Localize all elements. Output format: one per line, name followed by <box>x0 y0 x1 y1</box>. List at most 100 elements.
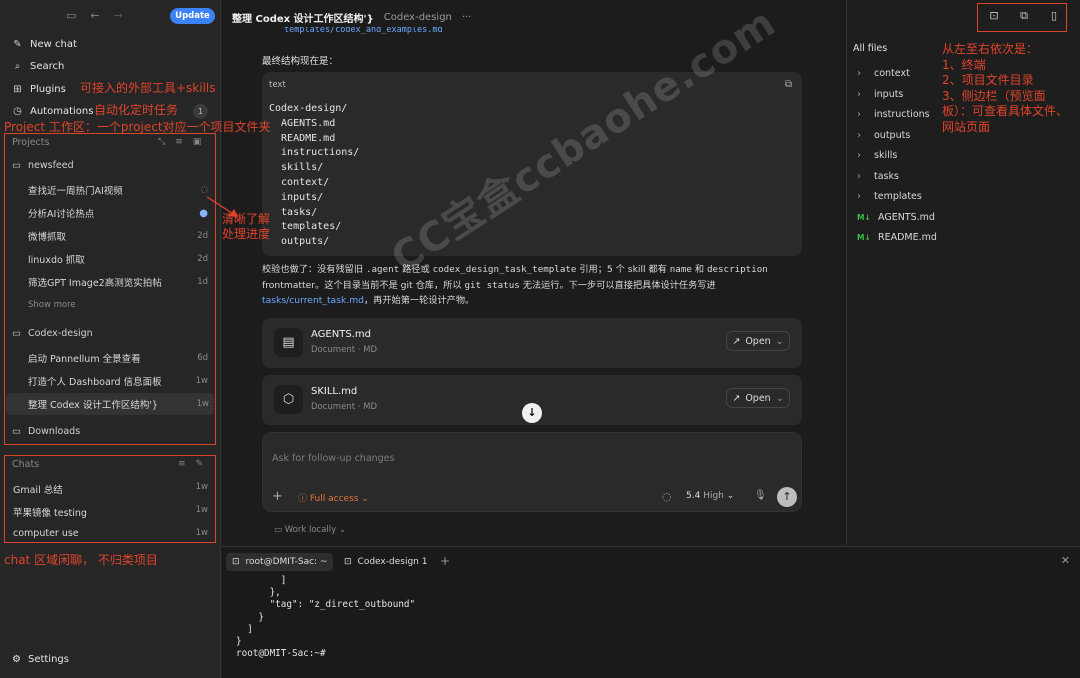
cut-off-link[interactable]: templates/codex_and_examples.md <box>284 27 443 36</box>
file-tree-item[interactable]: › outputs <box>857 130 910 141</box>
message-paragraph: 校验也做了：没有残留旧 .agent 路径或 codex_design_task… <box>262 264 768 306</box>
cube-icon: ⬡ <box>274 385 303 414</box>
project-folder-codex-design[interactable]: ▭ Codex-design <box>12 328 93 339</box>
chat-item[interactable]: computer use 1w <box>13 528 213 539</box>
thread-item[interactable]: 微博抓取 2d <box>28 225 213 247</box>
file-tree-toggle-icon[interactable]: ⧉ <box>1013 7 1035 25</box>
thread-item[interactable]: linuxdo 抓取 2d <box>28 248 213 270</box>
scroll-down-button[interactable]: ↓ <box>522 403 542 423</box>
annotation-panels: 从左至右依次是： 1、终端 2、项目文件目录 3、侧边栏（预览面 板）：可查看具… <box>942 42 1069 134</box>
annotation-projects: Project 工作区：一个project对应一个项目文件夹 <box>4 120 271 134</box>
terminal-tab-active[interactable]: ⊡ root@DMIT-Sac: ~ <box>226 553 334 571</box>
new-project-icon[interactable]: ▣ <box>193 137 202 147</box>
search-button[interactable]: ⌕ Search <box>12 58 65 74</box>
thread-item[interactable]: 查找近一周热门AI视频 ◌ <box>28 179 213 201</box>
annotation-automations: 自动化定时任务 <box>94 103 179 117</box>
thread-item[interactable]: 启动 Pannellum 全景查看 6d <box>28 347 213 369</box>
preview-panel-toggle-icon[interactable]: ▯ <box>1043 7 1065 25</box>
filter-icon[interactable]: ≡ <box>178 459 186 469</box>
code-language-label: text <box>269 80 286 90</box>
add-terminal-icon[interactable]: + <box>440 554 450 568</box>
settings-button[interactable]: ⚙ Settings <box>12 654 69 665</box>
new-chat-icon: ✎ <box>13 38 22 50</box>
external-arrow-icon: ↗ <box>732 335 741 347</box>
file-tree-item[interactable]: › templates <box>857 191 922 202</box>
thread-item-selected[interactable]: 整理 Codex 设计工作区结构'} 1w <box>6 393 214 415</box>
sidebar-toolbar: ▭ ← → <box>66 9 123 22</box>
folder-icon: ▭ <box>12 160 21 171</box>
chevron-right-icon: › <box>857 109 861 120</box>
code-content: Codex-design/ AGENTS.md README.md instru… <box>269 103 360 248</box>
chevron-right-icon: › <box>857 150 861 161</box>
add-attachment-icon[interactable]: + <box>272 489 283 504</box>
forward-arrow-icon[interactable]: → <box>114 9 123 22</box>
task-file-link[interactable]: tasks/current_task.md <box>262 295 364 306</box>
plugins-button[interactable]: ⊞ Plugins <box>12 81 66 97</box>
work-locally-selector[interactable]: ▭ Work locally ⌄ <box>274 525 346 535</box>
project-folder-downloads[interactable]: ▭ Downloads <box>12 426 80 437</box>
microphone-icon[interactable]: 🎙 <box>754 490 767 501</box>
update-button[interactable]: Update <box>170 8 215 24</box>
file-tree-item[interactable]: › instructions <box>857 109 930 120</box>
file-tree-item[interactable]: › tasks <box>857 171 899 182</box>
projects-toolbar: ⤡ ≡ ▣ <box>158 137 201 147</box>
terminal-icon: ⊡ <box>232 557 240 567</box>
file-tree-item[interactable]: M↓ README.md <box>857 232 937 243</box>
chevron-right-icon: › <box>857 68 861 79</box>
toggle-sidebar-icon[interactable]: ▭ <box>66 9 76 22</box>
automations-button[interactable]: ◷ Automations <box>12 103 93 119</box>
open-button[interactable]: ↗ Open ⌄ <box>726 331 790 351</box>
markdown-icon: M↓ <box>857 233 871 242</box>
code-block: text ⧉ Codex-design/ AGENTS.md README.md… <box>262 72 802 256</box>
show-more-link[interactable]: Show more <box>28 294 213 316</box>
thread-item[interactable]: 筛选GPT Image2高测览实拍帖 1d <box>28 271 213 293</box>
markdown-icon: M↓ <box>857 213 871 222</box>
thread-item[interactable]: 打造个人 Dashboard 信息面板 1w <box>28 370 213 392</box>
chat-item[interactable]: 苹果镜像 testing 1w <box>13 505 213 519</box>
collapse-icon[interactable]: ⤡ <box>158 137 165 147</box>
thread-header: 整理 Codex 设计工作区结构'} Codex-design ··· <box>232 10 471 25</box>
annotation-arrow <box>206 196 238 217</box>
file-tree-item[interactable]: › context <box>857 68 910 79</box>
copy-icon[interactable]: ⧉ <box>785 79 792 90</box>
chats-label: Chats <box>12 459 40 470</box>
file-card[interactable]: ▤ AGENTS.md Document · MD ↗ Open ⌄ <box>262 318 802 368</box>
project-folder-newsfeed[interactable]: ▭ newsfeed <box>12 160 74 171</box>
plugins-icon: ⊞ <box>13 83 22 95</box>
chat-item[interactable]: Gmail 总结 1w <box>13 482 213 496</box>
open-button[interactable]: ↗ Open ⌄ <box>726 388 790 408</box>
back-arrow-icon[interactable]: ← <box>90 9 99 22</box>
new-chat-button[interactable]: ✎ New chat <box>12 36 77 52</box>
filter-icon[interactable]: ≡ <box>175 137 183 147</box>
model-selector[interactable]: 5.4 High ⌄ <box>686 491 734 501</box>
file-tree-item[interactable]: › skills <box>857 150 897 161</box>
composer[interactable]: Ask for follow-up changes + ⓘ Full acces… <box>262 432 802 512</box>
access-selector[interactable]: ⓘ Full access ⌄ <box>298 491 369 504</box>
chevron-right-icon: › <box>857 89 861 100</box>
terminal-tab[interactable]: ⊡ Codex-design 1 <box>338 553 433 571</box>
file-tree-item[interactable]: › inputs <box>857 89 903 100</box>
follow-up-input[interactable]: Ask for follow-up changes <box>272 453 394 464</box>
new-chat-icon[interactable]: ✎ <box>196 459 204 469</box>
context-usage-icon: ◌ <box>662 490 672 503</box>
annotation-chats: chat 区域闲聊， 不归类项目 <box>4 553 158 567</box>
thread-panel: 整理 Codex 设计工作区结构'} Codex-design ··· temp… <box>222 0 845 545</box>
sidebar: ▭ ← → Update ✎ New chat ⌕ Search ⊞ Plugi… <box>0 0 221 678</box>
terminal-toggle-icon[interactable]: ⊡ <box>983 7 1005 25</box>
search-icon: ⌕ <box>14 60 21 72</box>
close-icon[interactable]: ✕ <box>1061 554 1070 567</box>
thread-item[interactable]: 分析AI讨论热点 ● <box>28 202 213 224</box>
send-button[interactable]: ↑ <box>777 487 797 507</box>
file-tree-item[interactable]: M↓ AGENTS.md <box>857 212 935 223</box>
document-icon: ▤ <box>274 328 303 357</box>
terminal-panel[interactable]: ⊡ root@DMIT-Sac: ~ ⊡ Codex-design 1 + ✕ ] … <box>222 546 1080 678</box>
folder-icon: ▭ <box>12 426 21 437</box>
more-options-icon[interactable]: ··· <box>462 12 472 23</box>
terminal-output: ] }, "tag": "z_direct_outbound" } ] } ro… <box>236 575 416 660</box>
message-intro: 最终结构现在是： <box>262 56 339 67</box>
annotation-plugins: 可接入的外部工具+skills <box>80 81 216 95</box>
folder-icon: ▭ <box>12 328 21 339</box>
loading-spinner-icon: ◌ <box>200 185 208 195</box>
chevron-down-icon: ⌄ <box>775 335 784 347</box>
automations-badge: 1 <box>193 104 208 119</box>
